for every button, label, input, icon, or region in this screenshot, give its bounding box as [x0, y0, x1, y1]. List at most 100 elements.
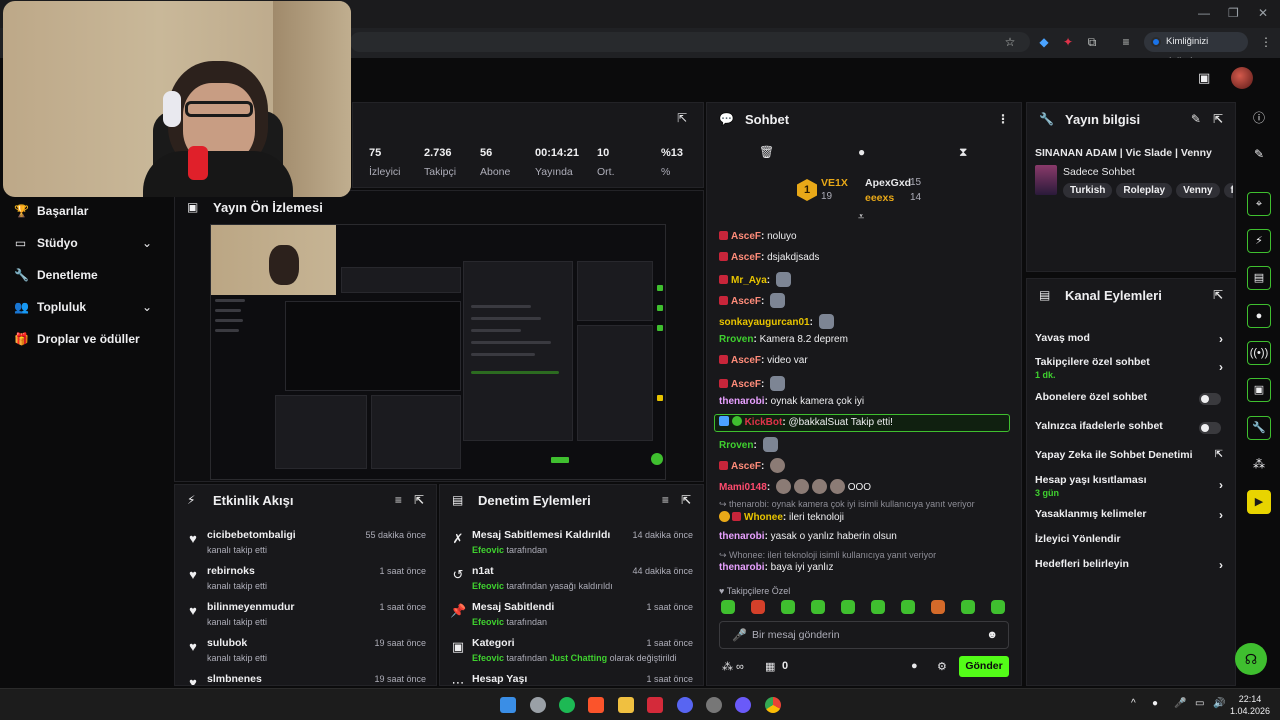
emote-icon[interactable] [811, 600, 825, 614]
extensions-puzzle-icon[interactable]: ⧉ [1084, 34, 1100, 50]
popout-icon[interactable]: ⇱ [677, 111, 687, 125]
popout-icon[interactable]: ⇱ [1213, 288, 1223, 302]
list-item[interactable]: ⋯ Hesap Yaşı 1 saat önce [440, 669, 703, 685]
extension-icon[interactable]: ✦ [1060, 34, 1076, 50]
tag[interactable]: Roleplay [1116, 183, 1173, 198]
list-item[interactable]: ♥ rebirnoks kanalı takip etti 1 saat önce [175, 561, 436, 597]
sidebar-item-drops[interactable]: 🎁 Droplar ve ödüller [14, 332, 140, 346]
verify-identity-button[interactable]: Kimliğinizi doğrulayın [1144, 32, 1248, 67]
emote-icon[interactable] [781, 600, 795, 614]
media-controls-icon[interactable]: ≡ [1118, 34, 1134, 50]
emoji-icon[interactable]: ☻ [986, 622, 998, 648]
edit-pencil-icon[interactable]: ✎ [1191, 112, 1201, 126]
hourglass-icon[interactable]: ⧗ [959, 145, 967, 160]
filter-icon[interactable]: ≡ [662, 493, 669, 507]
list-item[interactable]: ▣ Kategori Efeovic tarafından Just Chattin… [440, 633, 703, 669]
chevron-down-icon[interactable]: ⌄ [142, 236, 152, 250]
slow-mode-row[interactable]: Yavaş mod › [1035, 332, 1227, 346]
network-icon[interactable]: ▭ [1195, 698, 1204, 709]
info-icon[interactable]: ⓘ [1247, 106, 1271, 130]
document-icon[interactable]: ▤ [1247, 266, 1271, 290]
app-icon[interactable] [735, 697, 751, 713]
followers-only-row[interactable]: Takipçilere özel sohbet 1 dk. › [1035, 356, 1227, 380]
list-item[interactable]: ♥ slmbnenes 19 saat önce [175, 669, 436, 685]
list-item[interactable]: ↺ n1at Efeovic tarafından yasağı kaldırıld… [440, 561, 703, 597]
tag[interactable]: Turkish [1063, 183, 1113, 198]
popout-icon[interactable]: ⇱ [1213, 112, 1223, 126]
microphone-icon[interactable]: 🎤 [732, 622, 747, 648]
clock[interactable]: 22:14 1.04.2026 [1230, 693, 1270, 717]
emote-icon[interactable] [841, 600, 855, 614]
shop-icon[interactable]: ▦ [765, 660, 775, 673]
edit-pencil-icon[interactable]: ✎ [1247, 142, 1271, 166]
bolt-icon[interactable]: ⚡ [1247, 229, 1271, 253]
file-explorer-icon[interactable] [618, 697, 634, 713]
chat-message-input[interactable]: 🎤 Bir mesaj gönderin ☻ [719, 621, 1009, 649]
emote-icon[interactable] [931, 600, 945, 614]
expand-down-icon[interactable]: ⩡ [858, 211, 864, 224]
avatar[interactable] [1231, 67, 1253, 89]
account-age-row[interactable]: Hesap yaşı kısıtlaması 3 gün › [1035, 474, 1227, 498]
app-icon[interactable] [706, 697, 722, 713]
subscribers-only-row[interactable]: Abonelere özel sohbet [1035, 391, 1227, 405]
chevron-up-icon[interactable]: ^ [1131, 698, 1136, 709]
list-item[interactable]: ♥ sulubok kanalı takip etti 19 saat önce [175, 633, 436, 669]
toggle-switch[interactable] [1199, 393, 1221, 405]
host-redirect-row[interactable]: İzleyici Yönlendir [1035, 533, 1227, 545]
toggle-switch[interactable] [1199, 422, 1221, 434]
emote-icon[interactable] [901, 600, 915, 614]
tag[interactable]: Venny [1176, 183, 1220, 198]
trash-icon[interactable]: 🗑 [759, 145, 774, 159]
emote-icon[interactable] [721, 600, 735, 614]
list-item[interactable]: ♥ cicibebetombaligi kanalı takip etti 55 da… [175, 525, 436, 561]
discord-tray-icon[interactable]: ● [1152, 698, 1158, 709]
windows-start-icon[interactable] [500, 697, 516, 713]
list-item[interactable]: ♥ bilinmeyenmudur kanalı takip etti 1 saat … [175, 597, 436, 633]
popout-icon[interactable]: ⇱ [414, 493, 424, 507]
sidebar-item-community[interactable]: 👥 Topluluk [14, 300, 86, 314]
sidebar-item-moderation[interactable]: 🔧 Denetleme [14, 268, 98, 282]
set-goals-row[interactable]: Hedefleri belirleyin › [1035, 558, 1227, 572]
emote-icon[interactable] [991, 600, 1005, 614]
close-icon[interactable]: ✕ [1258, 6, 1268, 20]
stream-preview-video[interactable] [210, 224, 666, 480]
microphone-icon[interactable]: 🎤 [1174, 698, 1186, 709]
camera-focus-icon[interactable]: ⌖ [1247, 192, 1271, 216]
support-headset-button[interactable]: ☊ [1235, 643, 1267, 675]
chat-bubble-icon[interactable]: ● [1247, 304, 1271, 328]
banned-words-row[interactable]: Yasaklanmış kelimeler › [1035, 508, 1227, 522]
emote-only-row[interactable]: Yalnızca ifadelerle sohbet [1035, 420, 1227, 434]
gear-icon[interactable]: ⚙ [937, 660, 947, 673]
extension-icon[interactable]: ◆ [1036, 34, 1052, 50]
discord-icon[interactable] [677, 697, 693, 713]
wallet-icon[interactable]: ▣ [1198, 70, 1210, 86]
emote-icon[interactable] [871, 600, 885, 614]
clapperboard-icon[interactable]: ▶ [1247, 490, 1271, 514]
more-options-icon[interactable]: ⋮ [997, 112, 1009, 126]
chevron-down-icon[interactable]: ⌄ [142, 300, 152, 314]
chat-bubble-icon[interactable]: ● [911, 660, 918, 672]
address-bar[interactable] [350, 32, 1030, 52]
filter-icon[interactable]: ≡ [395, 493, 402, 507]
spotify-icon[interactable] [559, 697, 575, 713]
maximize-icon[interactable]: ❐ [1228, 6, 1239, 20]
tag[interactable]: fiv [1223, 183, 1233, 198]
wrench-icon[interactable]: 🔧 [1247, 416, 1271, 440]
brave-icon[interactable] [588, 697, 604, 713]
sidebar-item-achievements[interactable]: 🏆 Başarılar [14, 204, 88, 218]
popout-icon[interactable]: ⇱ [681, 493, 691, 507]
emote-icon[interactable] [961, 600, 975, 614]
menu-kebab-icon[interactable]: ⋮ [1258, 34, 1274, 50]
ai-moderation-row[interactable]: Yapay Zeka ile Sohbet Denetimi ⇱ [1035, 449, 1227, 461]
volume-icon[interactable]: 🔊 [1213, 698, 1225, 709]
app-icon[interactable] [647, 697, 663, 713]
list-item[interactable]: ✗ Mesaj Sabitlemesi Kaldırıldı Efeovic tar… [440, 525, 703, 561]
send-button[interactable]: Gönder [959, 656, 1009, 677]
toolbox-icon[interactable]: ▣ [1247, 378, 1271, 402]
list-item[interactable]: 📌 Mesaj Sabitlendi Efeovic tarafından 1 saa… [440, 597, 703, 633]
emote-icon[interactable] [751, 600, 765, 614]
chat-bubble-icon[interactable]: ● [858, 145, 865, 159]
app-icon[interactable] [530, 697, 546, 713]
points-icon[interactable]: ⁂ [1247, 452, 1271, 476]
sidebar-item-studio[interactable]: ▭ Stüdyo [14, 236, 78, 250]
